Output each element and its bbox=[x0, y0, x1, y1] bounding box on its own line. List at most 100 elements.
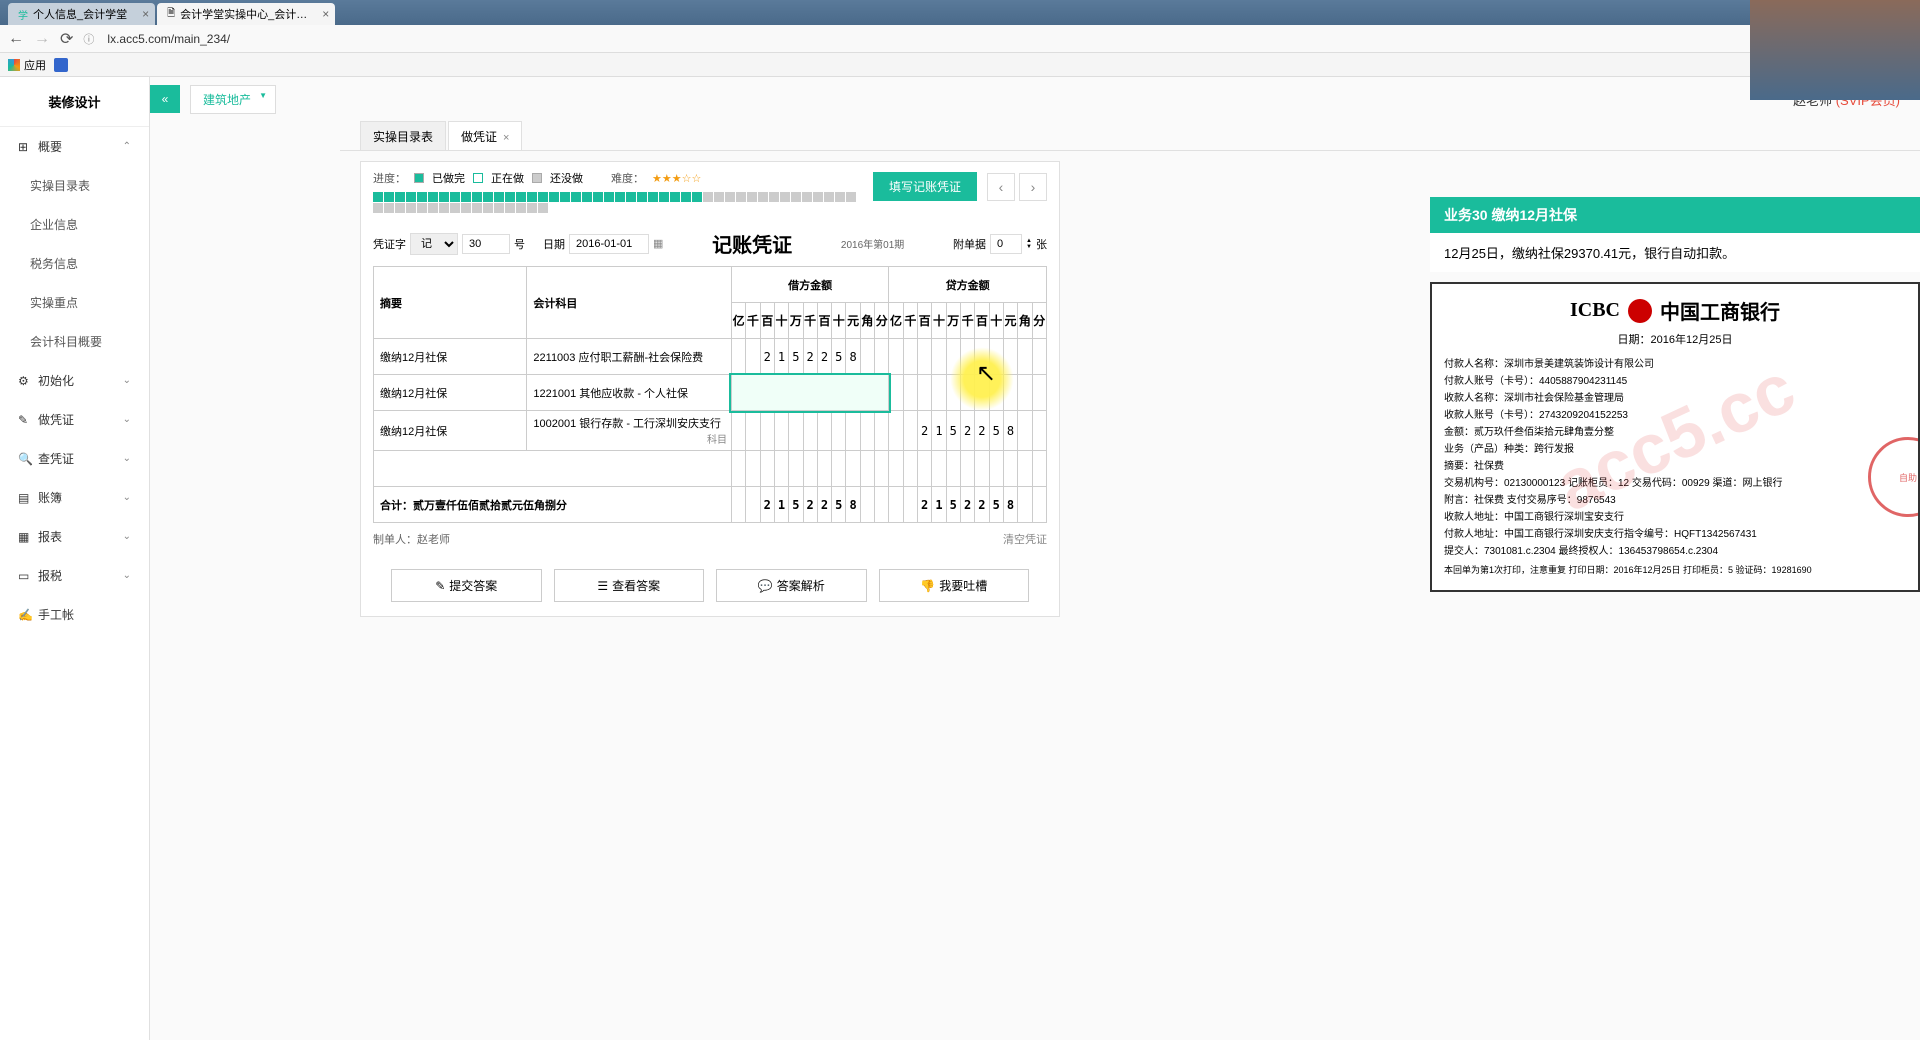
back-button[interactable]: ← bbox=[8, 30, 24, 48]
debit-digit[interactable] bbox=[817, 411, 831, 451]
attach-count-input[interactable] bbox=[990, 234, 1022, 254]
debit-digit[interactable]: 1 bbox=[774, 339, 788, 375]
credit-digit[interactable] bbox=[1003, 339, 1017, 375]
credit-digit[interactable] bbox=[903, 375, 917, 411]
subject-cell[interactable]: 1221001 其他应收款 - 个人社保 bbox=[527, 375, 732, 411]
reload-button[interactable]: ⟳ bbox=[60, 29, 73, 49]
sidebar-item-make-voucher[interactable]: ✎做凭证⌄ bbox=[0, 400, 149, 439]
sidebar-item-init[interactable]: ⚙初始化⌄ bbox=[0, 361, 149, 400]
view-answer-button[interactable]: ☰查看答案 bbox=[554, 569, 705, 602]
credit-digit[interactable]: 8 bbox=[1003, 411, 1017, 451]
credit-digit[interactable] bbox=[960, 375, 974, 411]
credit-digit[interactable] bbox=[903, 411, 917, 451]
debit-digit[interactable] bbox=[846, 411, 860, 451]
browser-tab-2[interactable]: 🗎 会计学堂实操中心_会计… × bbox=[157, 3, 335, 25]
sidebar-item-ledger[interactable]: ▤账簿⌄ bbox=[0, 478, 149, 517]
debdebit-active-cell[interactable] bbox=[731, 375, 888, 411]
feedback-button[interactable]: 👎我要吐槽 bbox=[879, 569, 1030, 602]
spinner-down[interactable]: ▼ bbox=[1026, 244, 1032, 250]
app-tab-catalog[interactable]: 实操目录表 bbox=[360, 121, 446, 150]
credit-digit[interactable]: 5 bbox=[946, 411, 960, 451]
credit-digit[interactable]: 1 bbox=[932, 411, 946, 451]
credit-digit[interactable] bbox=[946, 339, 960, 375]
debit-digit[interactable] bbox=[860, 411, 874, 451]
credit-digit[interactable] bbox=[889, 339, 903, 375]
debit-digit[interactable] bbox=[875, 339, 889, 375]
sidebar-item-manual[interactable]: ✍手工帐 bbox=[0, 595, 149, 634]
credit-digit[interactable] bbox=[975, 375, 989, 411]
debit-digit[interactable] bbox=[760, 411, 774, 451]
credit-digit[interactable] bbox=[989, 339, 1003, 375]
collapse-sidebar-button[interactable]: « bbox=[150, 85, 180, 113]
info-icon[interactable]: ⓘ bbox=[83, 31, 94, 47]
calendar-icon[interactable]: ▦ bbox=[653, 237, 663, 250]
url-bar[interactable]: lx.acc5.com/main_234/ bbox=[104, 29, 1912, 49]
browser-tab-1[interactable]: 学 个人信息_会计学堂 × bbox=[8, 3, 155, 25]
close-icon[interactable]: × bbox=[503, 132, 509, 144]
credit-digit[interactable] bbox=[1032, 411, 1046, 451]
credit-digit[interactable] bbox=[889, 411, 903, 451]
voucher-number-input[interactable] bbox=[462, 234, 510, 254]
sidebar-item-tax[interactable]: 税务信息 bbox=[0, 244, 149, 283]
apps-icon[interactable]: 应用 bbox=[8, 57, 46, 73]
debit-digit[interactable] bbox=[731, 411, 745, 451]
debit-digit[interactable] bbox=[860, 339, 874, 375]
subject-cell[interactable]: 2211003 应付职工薪酬-社会保险费 bbox=[527, 339, 732, 375]
clear-voucher-link[interactable]: 清空凭证 bbox=[1003, 531, 1047, 547]
debit-digit[interactable] bbox=[789, 411, 803, 451]
fill-voucher-button[interactable]: 填写记账凭证 bbox=[873, 172, 977, 201]
sidebar-item-catalog[interactable]: 实操目录表 bbox=[0, 166, 149, 205]
summary-cell[interactable]: 缴纳12月社保 bbox=[374, 375, 527, 411]
credit-digit[interactable] bbox=[1018, 375, 1032, 411]
debit-digit[interactable]: 2 bbox=[760, 339, 774, 375]
credit-digit[interactable] bbox=[975, 339, 989, 375]
prev-button[interactable]: ‹ bbox=[987, 173, 1015, 201]
credit-digit[interactable] bbox=[932, 375, 946, 411]
credit-digit[interactable] bbox=[918, 339, 932, 375]
subject-cell[interactable]: 1002001 银行存款 - 工行深圳安庆支行科目 bbox=[527, 411, 732, 451]
sidebar-item-company[interactable]: 企业信息 bbox=[0, 205, 149, 244]
debit-digit[interactable]: 8 bbox=[846, 339, 860, 375]
category-dropdown[interactable]: 建筑地产 bbox=[190, 85, 276, 114]
credit-digit[interactable] bbox=[989, 375, 1003, 411]
debit-digit[interactable]: 2 bbox=[817, 339, 831, 375]
debit-digit[interactable] bbox=[731, 339, 745, 375]
credit-digit[interactable]: 2 bbox=[918, 411, 932, 451]
voucher-prefix-select[interactable]: 记 bbox=[410, 233, 458, 255]
credit-digit[interactable] bbox=[1003, 375, 1017, 411]
debit-digit[interactable] bbox=[746, 411, 760, 451]
credit-digit[interactable]: 2 bbox=[975, 411, 989, 451]
debit-digit[interactable]: 2 bbox=[803, 339, 817, 375]
debit-digit[interactable]: 5 bbox=[832, 339, 846, 375]
summary-cell[interactable]: 缴纳12月社保 bbox=[374, 339, 527, 375]
explain-button[interactable]: 💬答案解析 bbox=[716, 569, 867, 602]
sidebar-item-report[interactable]: ▦报表⌄ bbox=[0, 517, 149, 556]
debit-digit[interactable]: 5 bbox=[789, 339, 803, 375]
credit-digit[interactable] bbox=[932, 339, 946, 375]
debit-digit[interactable] bbox=[875, 411, 889, 451]
submit-button[interactable]: ✎提交答案 bbox=[391, 569, 542, 602]
forward-button[interactable]: → bbox=[34, 30, 50, 48]
credit-digit[interactable] bbox=[946, 375, 960, 411]
sidebar-item-overview[interactable]: ⊞概要⌃ bbox=[0, 127, 149, 166]
sidebar-item-query-voucher[interactable]: 🔍查凭证⌄ bbox=[0, 439, 149, 478]
sidebar-item-keypoints[interactable]: 实操重点 bbox=[0, 283, 149, 322]
debit-digit[interactable] bbox=[746, 339, 760, 375]
credit-digit[interactable] bbox=[889, 375, 903, 411]
close-icon[interactable]: × bbox=[322, 7, 329, 21]
debit-digit[interactable] bbox=[774, 411, 788, 451]
debit-digit[interactable] bbox=[803, 411, 817, 451]
app-tab-voucher[interactable]: 做凭证× bbox=[448, 121, 522, 150]
credit-digit[interactable] bbox=[960, 339, 974, 375]
credit-digit[interactable] bbox=[1032, 339, 1046, 375]
credit-digit[interactable] bbox=[1018, 411, 1032, 451]
debit-digit[interactable] bbox=[832, 411, 846, 451]
voucher-date-input[interactable] bbox=[569, 234, 649, 254]
next-button[interactable]: › bbox=[1019, 173, 1047, 201]
bookmark-item[interactable] bbox=[54, 58, 68, 72]
credit-digit[interactable] bbox=[1018, 339, 1032, 375]
credit-digit[interactable]: 5 bbox=[989, 411, 1003, 451]
sidebar-item-accounts[interactable]: 会计科目概要 bbox=[0, 322, 149, 361]
credit-digit[interactable]: 2 bbox=[960, 411, 974, 451]
credit-digit[interactable] bbox=[1032, 375, 1046, 411]
